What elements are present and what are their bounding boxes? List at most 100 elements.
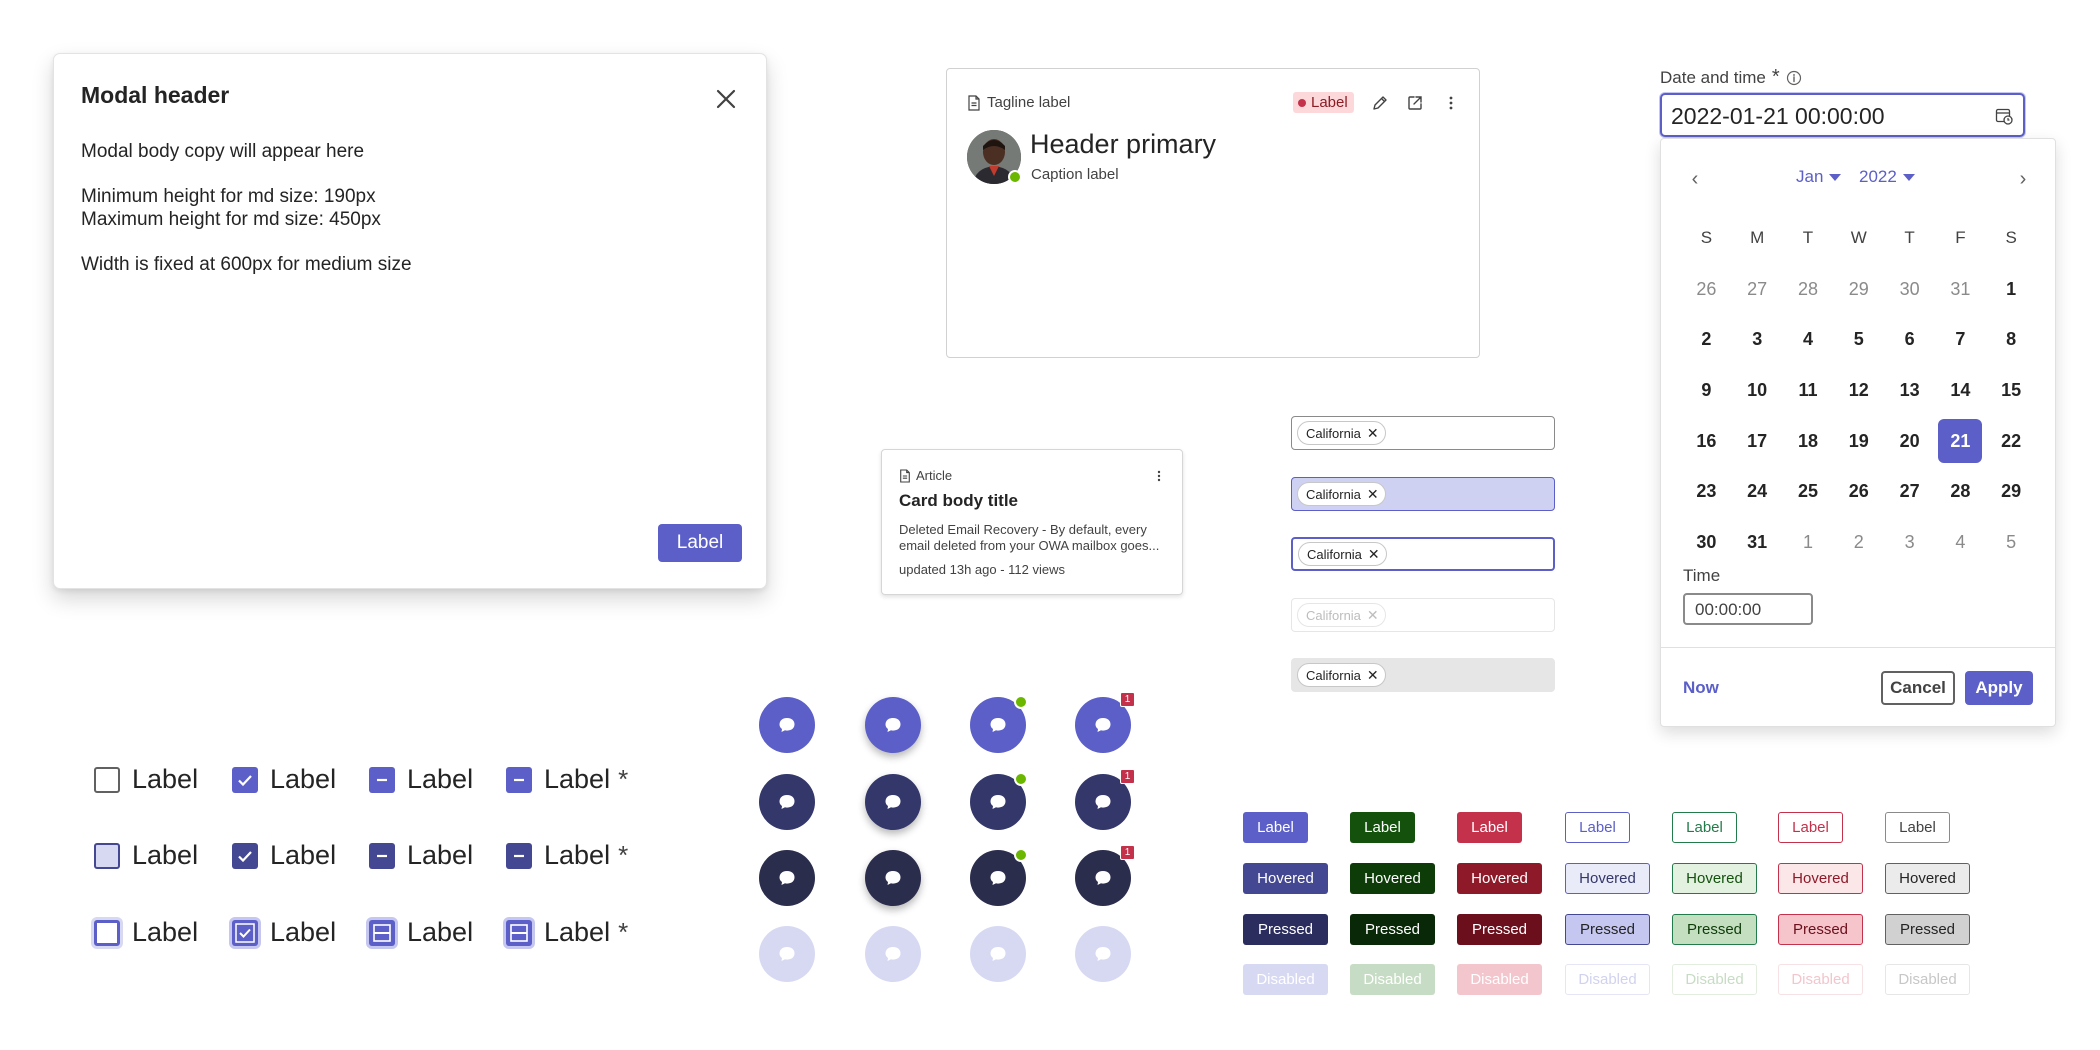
chat-button-badge-rest[interactable]: 1 xyxy=(1075,692,1135,753)
day-cell[interactable]: 3 xyxy=(1732,314,1783,365)
day-cell[interactable]: 22 xyxy=(1986,416,2037,467)
day-cell[interactable]: 31 xyxy=(1732,517,1783,568)
info-icon[interactable] xyxy=(1786,70,1802,86)
chat-button-shadow-rest[interactable] xyxy=(865,697,921,753)
button-success-filled-hovered[interactable]: Hovered xyxy=(1350,863,1435,894)
day-cell[interactable]: 20 xyxy=(1884,416,1935,467)
cancel-button[interactable]: Cancel xyxy=(1881,671,1955,705)
day-cell-selected[interactable]: 21 xyxy=(1935,416,1986,467)
checkbox-box[interactable] xyxy=(94,919,120,946)
day-cell[interactable]: 28 xyxy=(1783,264,1834,315)
day-cell[interactable]: 15 xyxy=(1986,365,2037,416)
button-danger-outline-label[interactable]: Label xyxy=(1778,812,1843,843)
day-cell[interactable]: 27 xyxy=(1884,466,1935,517)
checkbox-checked-hover[interactable]: Label xyxy=(232,840,336,871)
chat-button-shadow-hover[interactable] xyxy=(865,774,921,830)
tag-pill[interactable]: California ✕ xyxy=(1297,663,1386,687)
day-cell[interactable]: 26 xyxy=(1833,466,1884,517)
day-cell[interactable]: 31 xyxy=(1935,264,1986,315)
checkmark-icon[interactable] xyxy=(232,842,258,869)
apply-button[interactable]: Apply xyxy=(1965,671,2033,705)
day-cell[interactable]: 30 xyxy=(1884,264,1935,315)
day-cell[interactable]: 27 xyxy=(1732,264,1783,315)
time-input[interactable]: 00:00:00 xyxy=(1683,593,1813,625)
day-cell[interactable]: 7 xyxy=(1935,314,1986,365)
day-cell[interactable]: 14 xyxy=(1935,365,1986,416)
tag-picker-filled[interactable]: California ✕ xyxy=(1291,658,1555,692)
button-success-outline-pressed[interactable]: Pressed xyxy=(1672,914,1757,945)
tag-pill[interactable]: California ✕ xyxy=(1297,482,1386,506)
indeterminate-icon[interactable] xyxy=(369,842,395,869)
checkbox-indeterminate-rest[interactable]: Label xyxy=(369,764,473,795)
button-brand-outline-hovered[interactable]: Hovered xyxy=(1565,863,1650,894)
day-cell[interactable]: 1 xyxy=(1783,517,1834,568)
chat-button-plain-hover[interactable] xyxy=(759,774,815,830)
year-dropdown[interactable]: 2022 xyxy=(1859,167,1915,187)
chat-button-presence-pressed[interactable] xyxy=(970,848,1028,906)
calendar-clock-icon[interactable] xyxy=(1995,107,2013,125)
dismiss-icon[interactable]: ✕ xyxy=(1368,547,1380,561)
day-cell[interactable]: 19 xyxy=(1833,416,1884,467)
more-vertical-icon[interactable] xyxy=(1151,468,1167,484)
button-success-outline-hovered[interactable]: Hovered xyxy=(1672,863,1757,894)
button-danger-filled-pressed[interactable]: Pressed xyxy=(1457,914,1542,945)
open-external-icon[interactable] xyxy=(1405,93,1425,113)
checkbox-checked-rest[interactable]: Label xyxy=(232,764,336,795)
checkbox-indeterminate-required-rest[interactable]: Label * xyxy=(506,764,628,795)
indeterminate-icon[interactable] xyxy=(506,919,532,946)
button-danger-outline-hovered[interactable]: Hovered xyxy=(1778,863,1863,894)
day-cell[interactable]: 24 xyxy=(1732,466,1783,517)
dismiss-icon[interactable]: ✕ xyxy=(1367,668,1379,682)
day-cell[interactable]: 9 xyxy=(1681,365,1732,416)
day-cell[interactable]: 26 xyxy=(1681,264,1732,315)
day-cell[interactable]: 28 xyxy=(1935,466,1986,517)
button-neutral-outline-pressed[interactable]: Pressed xyxy=(1885,914,1970,945)
day-cell[interactable]: 6 xyxy=(1884,314,1935,365)
day-cell[interactable]: 13 xyxy=(1884,365,1935,416)
chat-button-plain-rest[interactable] xyxy=(759,697,815,753)
more-vertical-icon[interactable] xyxy=(1441,93,1461,113)
day-cell[interactable]: 3 xyxy=(1884,517,1935,568)
day-cell[interactable]: 30 xyxy=(1681,517,1732,568)
day-cell[interactable]: 29 xyxy=(1986,466,2037,517)
button-brand-filled-hovered[interactable]: Hovered xyxy=(1243,863,1328,894)
day-cell[interactable]: 2 xyxy=(1681,314,1732,365)
now-button[interactable]: Now xyxy=(1683,678,1719,698)
chat-button-presence-rest[interactable] xyxy=(970,695,1028,753)
indeterminate-icon[interactable] xyxy=(369,919,395,946)
datetime-input[interactable]: 2022-01-21 00:00:00 xyxy=(1660,93,2025,137)
chat-button-presence-hover[interactable] xyxy=(970,772,1028,830)
chevron-right-icon[interactable]: › xyxy=(2011,167,2035,191)
avatar[interactable] xyxy=(967,130,1022,184)
article-card[interactable]: Article Card body title Deleted Email Re… xyxy=(881,449,1183,595)
month-dropdown[interactable]: Jan xyxy=(1796,167,1842,187)
chat-button-badge-pressed[interactable]: 1 xyxy=(1075,845,1135,906)
day-cell[interactable]: 2 xyxy=(1833,517,1884,568)
chat-button-shadow-pressed[interactable] xyxy=(865,850,921,906)
day-cell[interactable]: 5 xyxy=(1986,517,2037,568)
button-neutral-outline-label[interactable]: Label xyxy=(1885,812,1950,843)
button-brand-outline-label[interactable]: Label xyxy=(1565,812,1630,843)
button-brand-filled-pressed[interactable]: Pressed xyxy=(1243,914,1328,945)
checkbox-unchecked-focus[interactable]: Label xyxy=(94,917,198,948)
button-brand-outline-pressed[interactable]: Pressed xyxy=(1565,914,1650,945)
checkbox-box[interactable] xyxy=(94,842,120,869)
chevron-left-icon[interactable]: ‹ xyxy=(1683,167,1707,191)
edit-icon[interactable] xyxy=(1370,93,1390,113)
tag-picker-rest[interactable]: California ✕ xyxy=(1291,416,1555,450)
chat-button-plain-pressed[interactable] xyxy=(759,850,815,906)
tag-pill[interactable]: California ✕ xyxy=(1297,421,1386,445)
indeterminate-icon[interactable] xyxy=(506,766,532,793)
button-success-outline-label[interactable]: Label xyxy=(1672,812,1737,843)
indeterminate-icon[interactable] xyxy=(369,766,395,793)
day-cell[interactable]: 1 xyxy=(1986,264,2037,315)
button-danger-outline-pressed[interactable]: Pressed xyxy=(1778,914,1863,945)
modal-primary-button[interactable]: Label xyxy=(658,524,742,562)
day-cell[interactable]: 12 xyxy=(1833,365,1884,416)
day-cell[interactable]: 16 xyxy=(1681,416,1732,467)
day-cell[interactable]: 10 xyxy=(1732,365,1783,416)
day-cell[interactable]: 17 xyxy=(1732,416,1783,467)
day-cell[interactable]: 29 xyxy=(1833,264,1884,315)
checkmark-icon[interactable] xyxy=(232,919,258,946)
button-success-filled-label[interactable]: Label xyxy=(1350,812,1415,843)
